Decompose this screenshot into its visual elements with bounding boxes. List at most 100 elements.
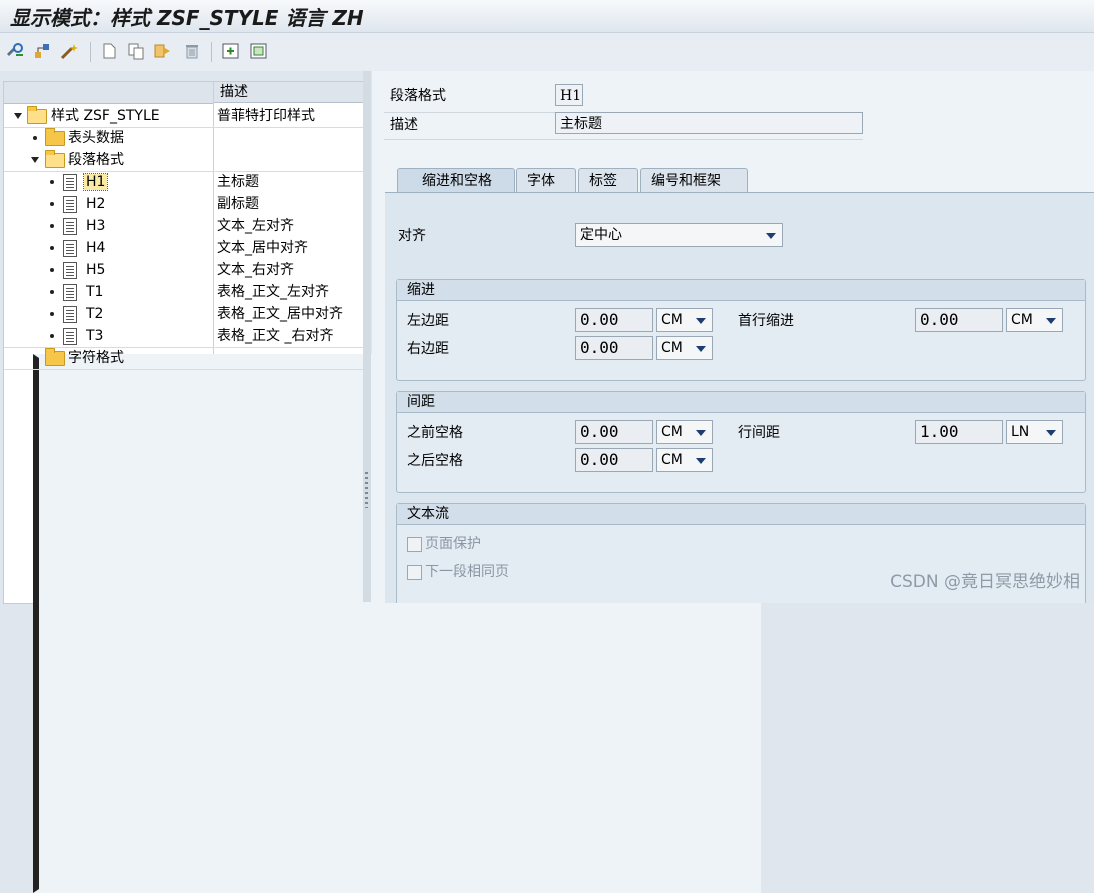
hierarchy-icon[interactable] [31, 40, 53, 62]
first-line-indent-unit[interactable]: CM [1006, 308, 1063, 332]
delete-icon[interactable] [181, 40, 203, 62]
tree-node-paragraph[interactable]: H4 文本_居中对齐 [4, 237, 363, 259]
line-spacing-unit[interactable]: LN [1006, 420, 1063, 444]
tree-node-desc: 文本_左对齐 [217, 218, 294, 234]
dropdown-arrow-icon [1046, 430, 1056, 436]
window-title: 显示模式：样式 ZSF_STYLE 语言 ZH [10, 6, 364, 30]
page-protect-checkbox[interactable] [407, 537, 422, 552]
splitter-grip-icon[interactable] [365, 472, 368, 508]
line-spacing-label: 行间距 [738, 425, 780, 441]
space-after-input[interactable]: 0.00 [575, 448, 653, 472]
tree-node-paragraph[interactable]: H5 文本_右对齐 [4, 259, 363, 281]
tree-node-label: 段落格式 [68, 152, 124, 168]
left-margin-label: 左边距 [407, 313, 449, 329]
tree-node-label: H5 [86, 262, 106, 278]
copy-icon[interactable] [125, 40, 147, 62]
para-format-field[interactable]: H1 [555, 84, 583, 106]
dropdown-arrow-icon [696, 346, 706, 352]
tree-node-paragraph[interactable]: T1 表格_正文_左对齐 [4, 281, 363, 303]
tree-node-desc [217, 347, 363, 369]
tree-node-paragraph[interactable]: H3 文本_左对齐 [4, 215, 363, 237]
unit-value: CM [661, 424, 683, 440]
tree-node-header-data[interactable]: 表头数据 [4, 127, 363, 149]
right-margin-input[interactable]: 0.00 [575, 336, 653, 360]
dropdown-arrow-icon [696, 458, 706, 464]
space-after-label: 之后空格 [407, 453, 463, 469]
tree-node-character-formats[interactable]: 字符格式 [4, 347, 761, 893]
para-format-row [384, 84, 864, 110]
expand-arrow-icon[interactable] [31, 157, 39, 163]
tab-font[interactable]: 字体 [516, 168, 576, 192]
space-before-label: 之前空格 [407, 425, 463, 441]
expand-arrow-icon[interactable] [14, 113, 22, 119]
collapse-icon[interactable] [248, 40, 270, 62]
first-line-indent-label: 首行缩进 [738, 313, 794, 329]
tree-node-label: 字符格式 [68, 350, 124, 366]
tree-node-label: 样式 ZSF_STYLE [51, 108, 160, 124]
right-margin-label: 右边距 [407, 341, 449, 357]
tree-node-label-selected: H1 [82, 173, 109, 191]
transport-icon[interactable] [152, 40, 174, 62]
tree-node-label: T3 [86, 328, 104, 344]
tree-node-desc: 表格_正文_左对齐 [217, 284, 329, 300]
folder-icon [45, 348, 65, 366]
paragraph-format-icon [63, 306, 77, 323]
same-page-checkbox[interactable] [407, 565, 422, 580]
unit-value: CM [661, 340, 683, 356]
folder-open-icon [45, 150, 65, 168]
tree-node-label: T1 [86, 284, 104, 300]
unit-value: CM [661, 312, 683, 328]
page-protect-label: 页面保护 [425, 536, 481, 552]
tree-node-desc: 副标题 [217, 196, 259, 212]
tree-node-desc: 主标题 [217, 174, 259, 190]
tree-node-paragraph[interactable]: T2 表格_正文_居中对齐 [4, 303, 363, 325]
tab-indent-spacing[interactable]: 缩进和空格 [397, 168, 515, 193]
same-page-label: 下一段相同页 [425, 564, 509, 580]
tree-node-desc: 文本_右对齐 [217, 262, 294, 278]
space-after-unit[interactable]: CM [656, 448, 713, 472]
para-format-label: 段落格式 [390, 88, 446, 104]
tree-node-paragraph[interactable]: H1 主标题 [4, 171, 363, 193]
spacing-group-title: 间距 [397, 392, 1085, 413]
space-before-input[interactable]: 0.00 [575, 420, 653, 444]
tree-node-paragraph[interactable]: H2 副标题 [4, 193, 363, 215]
first-line-indent-input[interactable]: 0.00 [915, 308, 1003, 332]
dropdown-arrow-icon [696, 430, 706, 436]
unit-value: LN [1011, 424, 1030, 440]
line-spacing-input[interactable]: 1.00 [915, 420, 1003, 444]
textflow-group-title: 文本流 [397, 504, 1085, 525]
tree-node-style[interactable]: 样式 ZSF_STYLE 普菲特打印样式 [4, 105, 363, 127]
description-field[interactable]: 主标题 [555, 112, 863, 134]
tree-node-desc: 表格_正文 _右对齐 [217, 328, 334, 344]
tree-node-desc [217, 149, 363, 171]
tree-node-paragraph[interactable]: T3 表格_正文 _右对齐 [4, 325, 363, 347]
description-label: 描述 [390, 117, 418, 133]
tab-tabs[interactable]: 标签 [578, 168, 638, 192]
tab-numbering-frame[interactable]: 编号和框架 [640, 168, 748, 192]
right-margin-unit[interactable]: CM [656, 336, 713, 360]
new-doc-icon[interactable] [98, 40, 120, 62]
watermark-text: CSDN @竟日冥思绝妙相 [890, 572, 1080, 592]
tree-column-header-desc: 描述 [214, 82, 363, 103]
panel-splitter[interactable] [363, 71, 371, 602]
unit-value: CM [661, 452, 683, 468]
indent-group-title: 缩进 [397, 280, 1085, 301]
tree-node-paragraph-formats[interactable]: 段落格式 [4, 149, 363, 171]
style-tree: 描述 样式 ZSF_STYLE 普菲特打印样式 表头数据 段落格式 H1 主标题… [3, 81, 761, 893]
align-label: 对齐 [398, 228, 426, 244]
paragraph-format-icon [63, 284, 77, 301]
magic-wand-icon[interactable] [58, 40, 80, 62]
dropdown-arrow-icon [1046, 318, 1056, 324]
folder-open-icon [27, 106, 47, 124]
tree-node-label: H3 [86, 218, 106, 234]
tree-node-label: T2 [86, 306, 104, 322]
other-object-icon[interactable] [4, 40, 26, 62]
space-before-unit[interactable]: CM [656, 420, 713, 444]
left-margin-input[interactable]: 0.00 [575, 308, 653, 332]
align-select[interactable]: 定中心 [575, 223, 783, 247]
paragraph-format-icon [63, 328, 77, 345]
paragraph-format-icon [63, 240, 77, 257]
expand-icon[interactable] [220, 40, 242, 62]
paragraph-format-icon [63, 218, 77, 235]
left-margin-unit[interactable]: CM [656, 308, 713, 332]
